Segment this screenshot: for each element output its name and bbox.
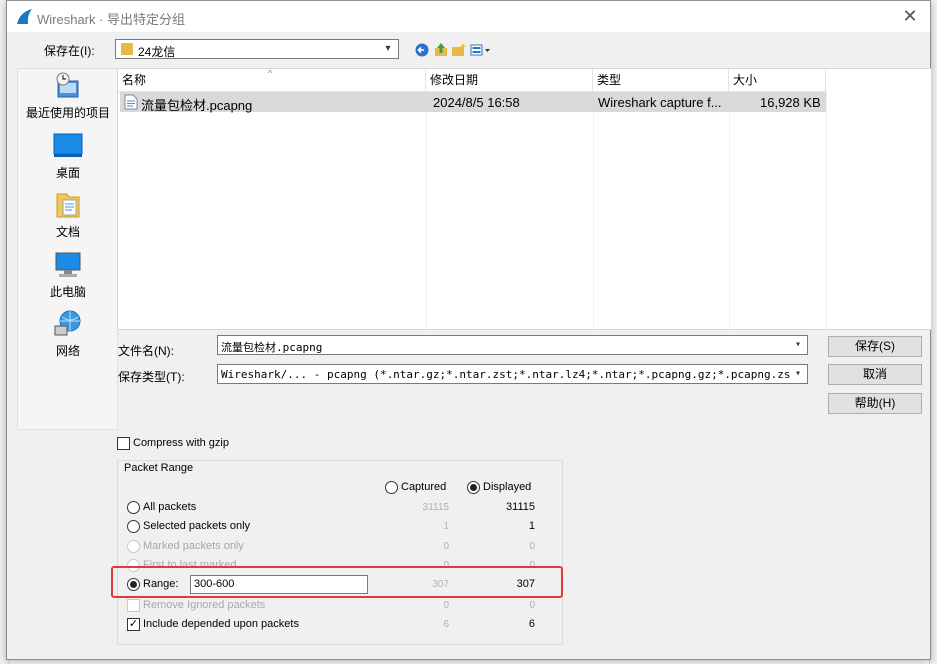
- place-label: 最近使用的项目: [25, 106, 110, 120]
- filetype-select[interactable]: Wireshark/... - pcapng (*.ntar.gz;*.ntar…: [217, 364, 808, 384]
- place-documents[interactable]: 文档: [18, 190, 118, 240]
- network-icon: [54, 310, 81, 336]
- all-packets-radio[interactable]: [127, 501, 140, 514]
- packet-range-title: Packet Range: [124, 462, 194, 474]
- file-type: Wireshark capture f...: [598, 95, 722, 110]
- save-in-value: 24龙信: [138, 45, 176, 59]
- marked-packets-radio[interactable]: [127, 540, 140, 553]
- displayed-label: Displayed: [483, 481, 532, 493]
- filetype-label: 保存类型(T):: [118, 370, 185, 384]
- displayed-radio[interactable]: [467, 481, 480, 494]
- place-label: 桌面: [55, 166, 80, 180]
- compress-checkbox[interactable]: [117, 437, 130, 450]
- file-size: 16,928 KB: [760, 95, 821, 110]
- place-label: 此电脑: [49, 285, 86, 299]
- place-desktop[interactable]: 桌面: [18, 131, 118, 181]
- filename-label: 文件名(N):: [118, 344, 174, 358]
- recent-icon: [56, 72, 79, 98]
- close-icon[interactable]: ✕: [900, 6, 920, 26]
- displayed-count: 6: [528, 618, 535, 630]
- help-button[interactable]: 帮助(H): [828, 393, 922, 414]
- file-name: 流量包检材.pcapng: [141, 98, 253, 113]
- up-folder-icon[interactable]: [433, 42, 449, 58]
- desktop-icon: [53, 133, 83, 157]
- captured-count: 1: [443, 521, 449, 532]
- file-modified: 2024/8/5 16:58: [433, 95, 520, 110]
- place-computer[interactable]: 此电脑: [18, 250, 118, 300]
- captured-count: 6: [443, 619, 449, 630]
- column-header-name[interactable]: 名称 ^: [118, 68, 426, 91]
- captured-label: Captured: [401, 481, 447, 493]
- compress-label: Compress with gzip: [133, 437, 229, 449]
- marked-packets-label: Marked packets only: [143, 540, 244, 552]
- captured-radio[interactable]: [385, 481, 398, 494]
- captured-count: 0: [443, 541, 449, 552]
- filename-value: 流量包检材.pcapng: [221, 341, 323, 354]
- selected-packets-radio[interactable]: [127, 520, 140, 533]
- column-divider: [426, 92, 427, 330]
- column-divider: [729, 92, 730, 330]
- range-highlight-box: [111, 566, 563, 598]
- displayed-count: 31115: [506, 501, 535, 513]
- sort-up-icon: ^: [268, 68, 273, 78]
- pcap-file-icon: [124, 94, 138, 110]
- export-dialog: Wireshark · 导出特定分组 ✕ 保存在(I): 24龙信 ▾ 最近使用…: [6, 0, 932, 660]
- title-bar: Wireshark · 导出特定分组 ✕: [7, 1, 930, 32]
- places-sidebar: 最近使用的项目 桌面 文档 此电脑 网络: [17, 68, 118, 430]
- column-header-label: 名称: [122, 73, 147, 87]
- wireshark-fin-icon: [17, 9, 32, 24]
- save-in-label: 保存在(I):: [44, 44, 95, 58]
- folder-icon: [121, 43, 133, 55]
- window-title: Wireshark · 导出特定分组: [37, 12, 186, 27]
- chevron-down-icon[interactable]: ▾: [791, 337, 805, 353]
- file-row[interactable]: 流量包检材.pcapng 2024/8/5 16:58 Wireshark ca…: [120, 92, 826, 113]
- place-label: 网络: [55, 344, 80, 358]
- save-button[interactable]: 保存(S): [828, 336, 922, 357]
- file-list[interactable]: 名称 ^ 修改日期 类型 大小 流量包检材.pcapng 2024/8/5 16…: [117, 68, 932, 330]
- place-recent[interactable]: 最近使用的项目: [18, 71, 118, 121]
- selected-packets-label: Selected packets only: [143, 520, 251, 532]
- computer-icon: [55, 252, 81, 277]
- remove-ignored-label: Remove Ignored packets: [143, 599, 266, 611]
- captured-count: 0: [443, 600, 449, 611]
- displayed-count: 1: [528, 520, 535, 532]
- new-folder-icon[interactable]: [451, 42, 467, 58]
- chevron-down-icon[interactable]: ▾: [381, 41, 395, 57]
- cancel-button[interactable]: 取消: [828, 364, 922, 385]
- documents-icon: [56, 193, 80, 218]
- column-divider: [593, 92, 594, 330]
- save-in-combo[interactable]: 24龙信 ▾: [115, 39, 399, 59]
- all-packets-label: All packets: [143, 501, 197, 513]
- place-network[interactable]: 网络: [18, 309, 118, 359]
- column-header-modified[interactable]: 修改日期: [426, 69, 593, 91]
- view-menu-icon[interactable]: [470, 42, 492, 58]
- back-icon[interactable]: [414, 42, 430, 58]
- column-divider: [826, 92, 827, 330]
- column-header-type[interactable]: 类型: [593, 69, 729, 91]
- displayed-count: 0: [529, 600, 535, 611]
- filetype-value: Wireshark/... - pcapng (*.ntar.gz;*.ntar…: [221, 368, 798, 381]
- remove-ignored-checkbox[interactable]: [127, 599, 140, 612]
- filename-input[interactable]: 流量包检材.pcapng ▾: [217, 335, 808, 355]
- chevron-down-icon[interactable]: ▾: [791, 366, 805, 382]
- captured-count: 31115: [422, 502, 449, 513]
- column-header-size[interactable]: 大小: [729, 69, 826, 91]
- include-depended-label: Include depended upon packets: [143, 618, 299, 630]
- place-label: 文档: [55, 225, 80, 239]
- include-depended-checkbox[interactable]: ✓: [127, 618, 140, 631]
- displayed-count: 0: [529, 541, 535, 552]
